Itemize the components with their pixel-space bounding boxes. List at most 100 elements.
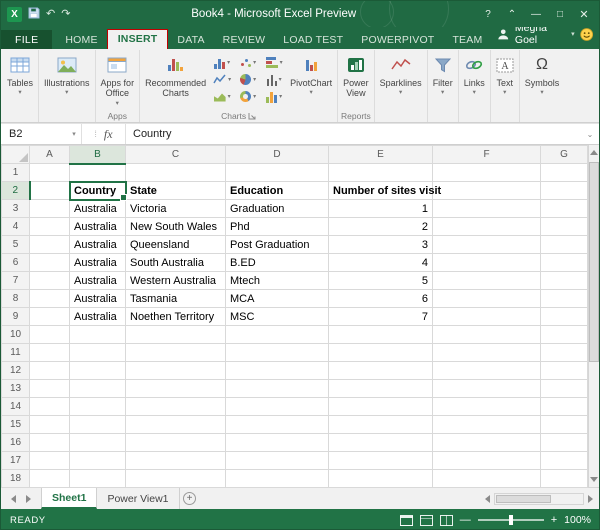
cell-A12[interactable] — [29, 361, 70, 380]
cell-G14[interactable] — [540, 397, 588, 416]
cell-C4[interactable]: New South Wales — [125, 217, 226, 236]
cell-B13[interactable] — [69, 379, 126, 398]
illustrations-button[interactable]: Illustrations ▾ — [41, 50, 93, 122]
cell-G10[interactable] — [540, 325, 588, 344]
tab-home[interactable]: HOME — [56, 30, 106, 49]
cell-C13[interactable] — [125, 379, 226, 398]
cell-A13[interactable] — [29, 379, 70, 398]
select-all-button[interactable] — [1, 145, 30, 164]
maximize-button[interactable]: □ — [549, 4, 571, 24]
tab-powerpivot[interactable]: POWERPIVOT — [352, 30, 443, 49]
cell-A7[interactable] — [29, 271, 70, 290]
cell-C18[interactable] — [125, 469, 226, 488]
next-sheet-icon[interactable] — [26, 494, 31, 503]
name-box-dropdown-icon[interactable]: ▾ — [67, 124, 82, 144]
smiley-feedback-icon[interactable] — [579, 27, 593, 42]
cell-F10[interactable] — [432, 325, 541, 344]
cell-C8[interactable]: Tasmania — [125, 289, 226, 308]
bar-chart-button[interactable]: ▾ — [261, 54, 287, 71]
row-header-11[interactable]: 11 — [1, 343, 30, 362]
row-header-4[interactable]: 4 — [1, 217, 30, 236]
cell-A8[interactable] — [29, 289, 70, 308]
cell-F7[interactable] — [432, 271, 541, 290]
row-header-18[interactable]: 18 — [1, 469, 30, 488]
recommended-charts-button[interactable]: Recommended Charts — [142, 50, 209, 109]
cell-E4[interactable]: 2 — [328, 217, 433, 236]
cell-F6[interactable] — [432, 253, 541, 272]
cell-D15[interactable] — [225, 415, 329, 434]
cell-E16[interactable] — [328, 433, 433, 452]
normal-view-icon[interactable] — [399, 514, 413, 526]
cell-C2[interactable]: State — [125, 181, 226, 200]
cell-E5[interactable]: 3 — [328, 235, 433, 254]
cell-F8[interactable] — [432, 289, 541, 308]
cell-F18[interactable] — [432, 469, 541, 488]
cell-E7[interactable]: 5 — [328, 271, 433, 290]
cell-D14[interactable] — [225, 397, 329, 416]
column-header-B[interactable]: B — [69, 145, 126, 165]
cell-F3[interactable] — [432, 199, 541, 218]
cell-E6[interactable]: 4 — [328, 253, 433, 272]
zoom-out-icon[interactable]: — — [460, 514, 471, 526]
row-header-7[interactable]: 7 — [1, 271, 30, 290]
cell-E9[interactable]: 7 — [328, 307, 433, 326]
minimize-button[interactable]: — — [525, 4, 547, 24]
cell-C6[interactable]: South Australia — [125, 253, 226, 272]
cell-D5[interactable]: Post Graduation — [225, 235, 329, 254]
scroll-left-icon[interactable] — [485, 494, 490, 503]
cell-G4[interactable] — [540, 217, 588, 236]
row-header-16[interactable]: 16 — [1, 433, 30, 452]
cell-G16[interactable] — [540, 433, 588, 452]
cell-A4[interactable] — [29, 217, 70, 236]
combo-chart-button[interactable]: ▾ — [261, 88, 287, 105]
cell-B10[interactable] — [69, 325, 126, 344]
cell-A6[interactable] — [29, 253, 70, 272]
vertical-scrollbar[interactable] — [588, 145, 599, 487]
sheet-tab-sheet1[interactable]: Sheet1 — [41, 488, 98, 509]
filter-button[interactable]: Filter ▾ — [430, 50, 456, 122]
cell-A14[interactable] — [29, 397, 70, 416]
cell-G2[interactable] — [540, 181, 588, 200]
formula-input[interactable]: Country — [126, 124, 581, 144]
cell-D9[interactable]: MSC — [225, 307, 329, 326]
zoom-level[interactable]: 100% — [564, 514, 591, 526]
cell-E13[interactable] — [328, 379, 433, 398]
row-header-13[interactable]: 13 — [1, 379, 30, 398]
cell-D3[interactable]: Graduation — [225, 199, 329, 218]
cell-E1[interactable] — [328, 163, 433, 182]
cell-A18[interactable] — [29, 469, 70, 488]
cell-E15[interactable] — [328, 415, 433, 434]
row-header-17[interactable]: 17 — [1, 451, 30, 470]
zoom-in-icon[interactable]: + — [551, 514, 557, 526]
column-header-F[interactable]: F — [432, 145, 541, 164]
cell-A17[interactable] — [29, 451, 70, 470]
cell-G12[interactable] — [540, 361, 588, 380]
ribbon-display-options-icon[interactable]: ⌃ — [501, 4, 523, 24]
tab-data[interactable]: DATA — [168, 30, 213, 49]
cell-B3[interactable]: Australia — [69, 199, 126, 218]
cell-B1[interactable] — [69, 163, 126, 182]
cell-C5[interactable]: Queensland — [125, 235, 226, 254]
cell-G3[interactable] — [540, 199, 588, 218]
cell-G17[interactable] — [540, 451, 588, 470]
expand-formula-bar-icon[interactable]: ⌄ — [581, 124, 599, 144]
cell-D8[interactable]: MCA — [225, 289, 329, 308]
cell-E14[interactable] — [328, 397, 433, 416]
cell-A11[interactable] — [29, 343, 70, 362]
cell-B18[interactable] — [69, 469, 126, 488]
links-button[interactable]: Links ▾ — [461, 50, 488, 122]
save-icon[interactable] — [28, 7, 40, 22]
cell-B12[interactable] — [69, 361, 126, 380]
cell-D13[interactable] — [225, 379, 329, 398]
column-header-C[interactable]: C — [125, 145, 226, 164]
tables-button[interactable]: Tables ▾ — [4, 50, 36, 122]
row-header-15[interactable]: 15 — [1, 415, 30, 434]
cell-B11[interactable] — [69, 343, 126, 362]
cell-G9[interactable] — [540, 307, 588, 326]
cell-G5[interactable] — [540, 235, 588, 254]
cell-D12[interactable] — [225, 361, 329, 380]
cell-E11[interactable] — [328, 343, 433, 362]
insert-function-icon[interactable]: fx — [104, 127, 113, 142]
cell-F16[interactable] — [432, 433, 541, 452]
cell-D6[interactable]: B.ED — [225, 253, 329, 272]
